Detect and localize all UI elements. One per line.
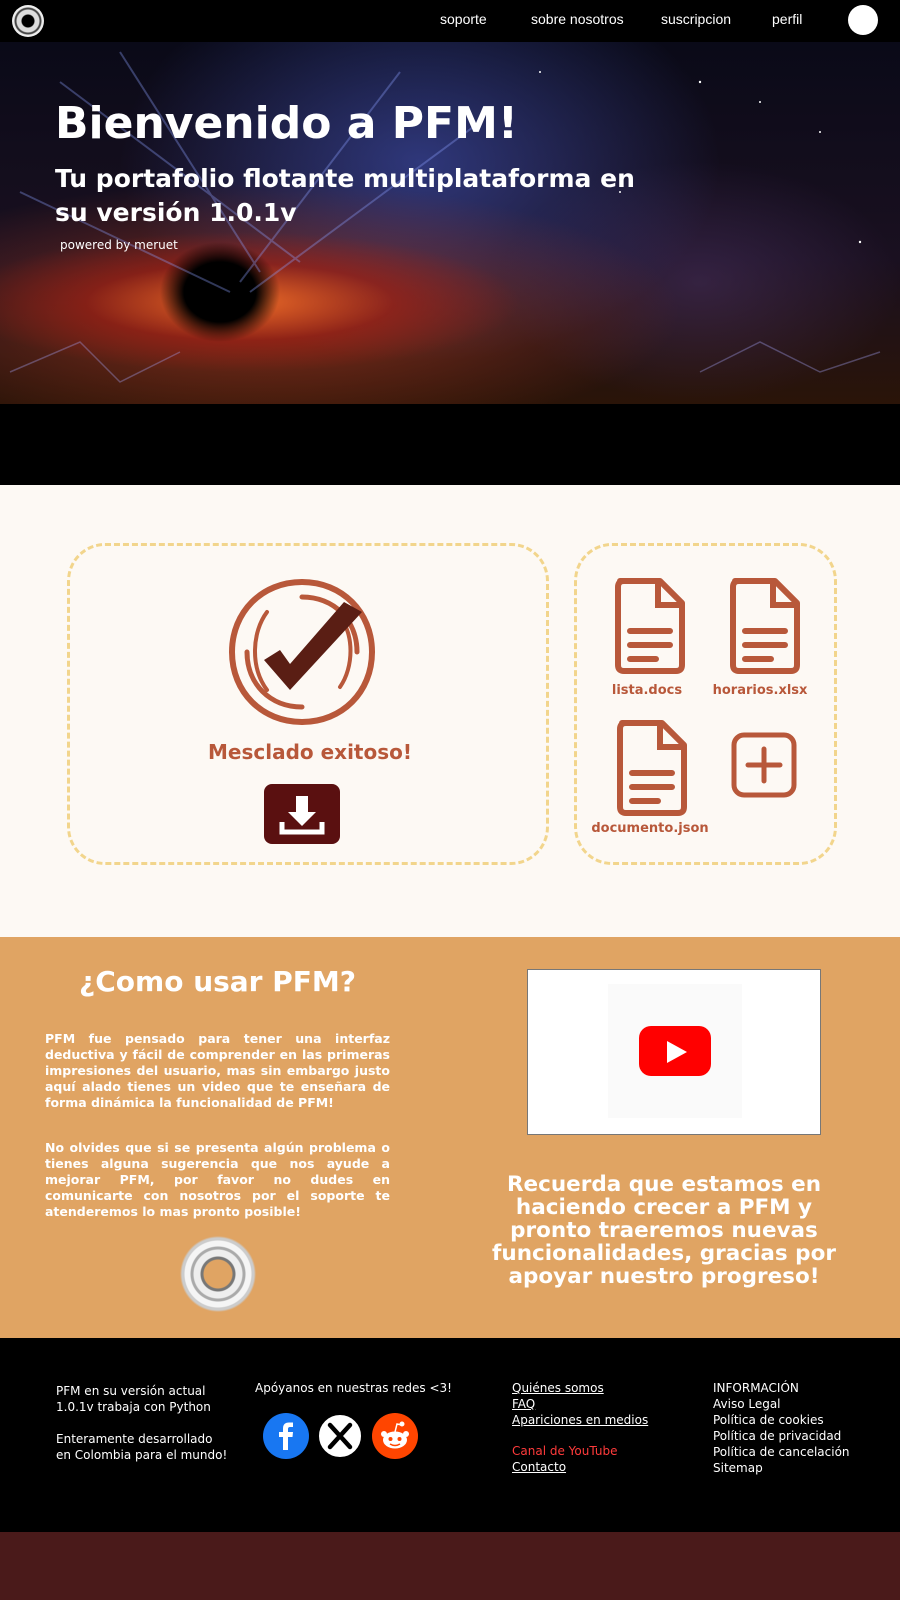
powered-by: powered by meruet — [60, 238, 178, 252]
nav-soporte[interactable]: soporte — [440, 11, 487, 27]
hero-subtitle: Tu portafolio flotante multiplataforma e… — [55, 164, 635, 227]
footer-about-line: en Colombia para el mundo! — [56, 1448, 228, 1462]
add-file-icon[interactable] — [730, 731, 798, 799]
page-bottom-band — [0, 1532, 900, 1600]
footer-link-cancelacion[interactable]: Política de cancelación — [713, 1444, 850, 1460]
nav-perfil[interactable]: perfil — [772, 11, 802, 27]
reddit-icon[interactable] — [372, 1413, 418, 1459]
merge-success-icon — [229, 579, 375, 725]
footer-link-aviso-legal[interactable]: Aviso Legal — [713, 1396, 781, 1412]
footer: PFM en su versión actual 1.0.1v trabaja … — [0, 1338, 900, 1532]
how-to-paragraph-1: PFM fue pensado para tener una interfaz … — [45, 1031, 390, 1110]
footer-link-faq[interactable]: FAQ — [512, 1396, 535, 1412]
footer-link-apariciones[interactable]: Apariciones en medios — [512, 1412, 648, 1428]
nav-sobre-nosotros[interactable]: sobre nosotros — [531, 11, 624, 27]
hero-bottom-band — [0, 404, 900, 485]
file-icon[interactable] — [612, 717, 692, 817]
footer-info-heading: INFORMACIÓN — [713, 1381, 799, 1395]
footer-link-cookies[interactable]: Política de cookies — [713, 1412, 824, 1428]
how-to-title: ¿Como usar PFM? — [79, 965, 356, 998]
footer-link-sitemap[interactable]: Sitemap — [713, 1460, 763, 1476]
footer-link-youtube[interactable]: Canal de YouTube — [512, 1443, 617, 1459]
file-icon[interactable] — [610, 575, 690, 675]
footer-about-line: Enteramente desarrollado — [56, 1432, 213, 1446]
pfm-swirl-logo-icon — [178, 1234, 258, 1314]
footer-support-text: Apóyanos en nuestras redes <3! — [255, 1381, 452, 1395]
footer-link-quienes-somos[interactable]: Quiénes somos — [512, 1380, 604, 1396]
progress-message: Recuerda que estamos en haciendo crecer … — [492, 1172, 836, 1289]
hero-title: Bienvenido a PFM! — [55, 98, 518, 149]
hero-banner: Bienvenido a PFM! Tu portafolio flotante… — [0, 42, 900, 404]
youtube-play-icon[interactable] — [639, 1026, 711, 1076]
top-nav: soporte sobre nosotros suscripcion perfi… — [0, 0, 900, 42]
footer-about-line: PFM en su versión actual — [56, 1384, 206, 1398]
pfm-logo-icon[interactable] — [12, 5, 44, 37]
nav-suscripcion[interactable]: suscripcion — [661, 11, 731, 27]
download-icon — [279, 796, 325, 835]
footer-link-privacidad[interactable]: Política de privacidad — [713, 1428, 841, 1444]
merge-status-text: Mesclado exitoso! — [208, 740, 412, 764]
tutorial-video[interactable] — [527, 969, 821, 1135]
footer-link-contacto[interactable]: Contacto — [512, 1459, 566, 1475]
facebook-icon[interactable] — [263, 1413, 309, 1459]
merge-section — [0, 485, 900, 937]
how-to-paragraph-2: No olvides que si se presenta algún prob… — [45, 1140, 390, 1219]
file-label-documento: documento.json — [591, 821, 709, 836]
x-twitter-icon[interactable] — [317, 1413, 363, 1459]
file-icon[interactable] — [725, 575, 805, 675]
file-label-horarios: horarios.xlsx — [712, 683, 808, 698]
avatar[interactable] — [848, 5, 878, 35]
footer-about-line: 1.0.1v trabaja con Python — [56, 1400, 211, 1414]
download-button[interactable] — [264, 784, 340, 844]
file-label-lista: lista.docs — [611, 683, 683, 698]
